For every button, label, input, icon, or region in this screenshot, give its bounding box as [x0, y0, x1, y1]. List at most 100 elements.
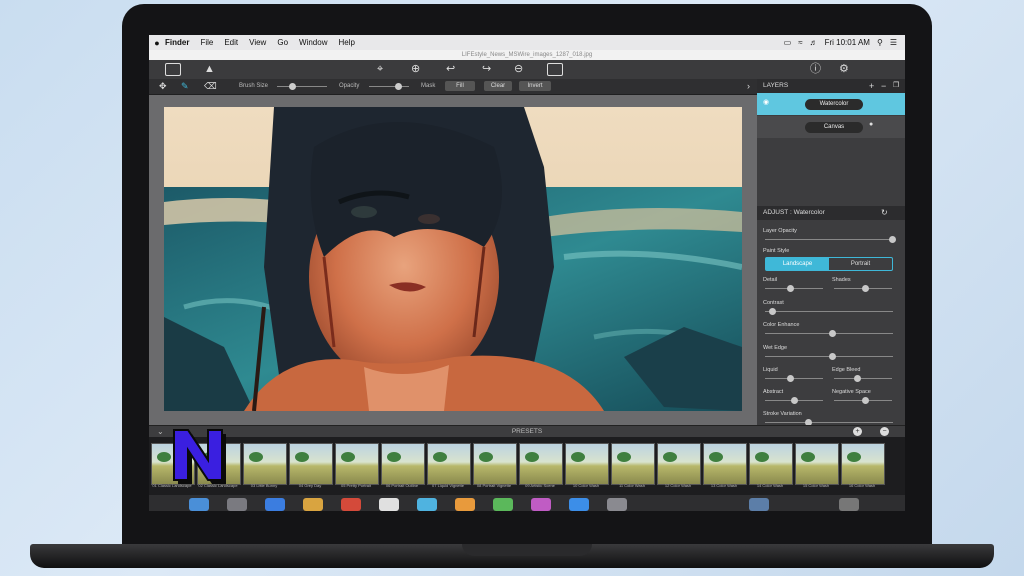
preset-thumbnail[interactable]: [611, 443, 655, 485]
brush-size-slider[interactable]: [277, 83, 327, 90]
preset-thumbnail[interactable]: [289, 443, 333, 485]
contrast-slider[interactable]: [765, 308, 893, 315]
wet-edge-slider[interactable]: [765, 353, 893, 360]
export-icon[interactable]: ▲: [204, 63, 215, 76]
volume-icon[interactable]: ♬: [810, 38, 818, 47]
clear-button[interactable]: Clear: [484, 81, 512, 91]
preset-label: 09 Artistic Scene: [525, 483, 555, 488]
eye-icon[interactable]: ◉: [763, 98, 769, 106]
preset-thumbnail[interactable]: [519, 443, 563, 485]
remove-preset-icon[interactable]: −: [880, 427, 889, 436]
menu-go[interactable]: Go: [277, 38, 288, 47]
layer-opacity-slider[interactable]: [765, 236, 896, 243]
watercolor-photo[interactable]: [164, 107, 742, 411]
preset-thumbnail[interactable]: [427, 443, 471, 485]
dock-safari-icon[interactable]: [265, 498, 285, 511]
brush-size-label: Brush Size: [239, 83, 269, 89]
undo-icon[interactable]: ↩: [446, 63, 455, 76]
menu-view[interactable]: View: [249, 38, 266, 47]
lock-icon[interactable]: ●: [869, 121, 873, 128]
dock-music-icon[interactable]: [531, 498, 551, 511]
dock-mail-icon[interactable]: [417, 498, 437, 511]
move-icon[interactable]: ✥: [159, 80, 167, 93]
dock-app-icon[interactable]: [455, 498, 475, 511]
fit-screen-icon[interactable]: [547, 63, 563, 76]
preset-thumbnail[interactable]: [703, 443, 747, 485]
menubar: ● Finder File Edit View Go Window Help ▭…: [149, 35, 905, 50]
stroke-variation-slider[interactable]: [765, 419, 893, 426]
duplicate-layer-icon[interactable]: ❐: [893, 79, 899, 93]
invert-button[interactable]: Invert: [519, 81, 551, 91]
dock-notes-icon[interactable]: [303, 498, 323, 511]
preset-thumbnail[interactable]: [565, 443, 609, 485]
dock-launchpad-icon[interactable]: [227, 498, 247, 511]
menu-edit[interactable]: Edit: [224, 38, 238, 47]
clock[interactable]: Fri 10:01 AM: [825, 38, 870, 47]
edge-bleed-slider[interactable]: [834, 375, 892, 382]
opacity-slider[interactable]: [369, 83, 409, 90]
menu-window[interactable]: Window: [299, 38, 327, 47]
right-panel: LAYERS + − ❐ ◉ Watercolor Canvas ● ADJUS…: [757, 79, 905, 426]
layer-watercolor[interactable]: ◉ Watercolor: [757, 93, 905, 115]
brush-icon[interactable]: ✎: [181, 80, 189, 93]
wifi-icon[interactable]: ≈: [798, 38, 802, 47]
reset-icon[interactable]: ↻: [881, 206, 888, 220]
mask-label: Mask: [421, 83, 436, 89]
wet-edge-label: Wet Edge: [763, 345, 788, 351]
adjust-header: ADJUST : Watercolor ↻: [757, 206, 905, 220]
dock-trash-icon[interactable]: [839, 498, 859, 511]
remove-layer-icon[interactable]: −: [881, 79, 886, 93]
shades-slider[interactable]: [834, 285, 892, 292]
portrait-option[interactable]: Portrait: [829, 258, 892, 270]
menu-file[interactable]: File: [200, 38, 213, 47]
layer-canvas[interactable]: Canvas ●: [757, 116, 905, 138]
abstract-slider[interactable]: [765, 397, 823, 404]
window-title: LIFEstyle_News_MSWire_images_1287_018.jp…: [149, 50, 905, 60]
add-layer-icon[interactable]: +: [869, 79, 874, 93]
dock-appstore-icon[interactable]: [569, 498, 589, 511]
menu-list-icon[interactable]: ☰: [890, 38, 897, 47]
dock-photos-icon[interactable]: [379, 498, 399, 511]
preset-thumbnail[interactable]: [795, 443, 839, 485]
dock-settings-icon[interactable]: [607, 498, 627, 511]
crop-icon[interactable]: ⌖: [377, 63, 383, 76]
image-icon[interactable]: [165, 63, 181, 76]
preset-thumbnail[interactable]: [841, 443, 885, 485]
chevron-right-icon[interactable]: ›: [747, 80, 750, 93]
dock-finder-icon[interactable]: [189, 498, 209, 511]
preset-thumbnail[interactable]: [749, 443, 793, 485]
layers-title: LAYERS: [763, 82, 789, 89]
preset-thumbnail[interactable]: [243, 443, 287, 485]
negative-space-label: Negative Space: [832, 389, 871, 395]
tree-icon: [249, 452, 263, 462]
add-preset-icon[interactable]: +: [853, 427, 862, 436]
landscape-option[interactable]: Landscape: [766, 258, 829, 270]
preset-thumbnail[interactable]: [473, 443, 517, 485]
preset-label: 07 Liquid Vignette: [432, 483, 464, 488]
preset-thumbnail[interactable]: [335, 443, 379, 485]
airplay-icon[interactable]: ▭: [784, 38, 792, 47]
dock-messages-icon[interactable]: [493, 498, 513, 511]
redo-icon[interactable]: ↪: [482, 63, 491, 76]
canvas-area[interactable]: [149, 95, 757, 425]
zoom-out-icon[interactable]: ⊖: [514, 63, 523, 76]
menu-help[interactable]: Help: [338, 38, 354, 47]
search-icon[interactable]: ⚲: [877, 38, 883, 47]
dock-calendar-icon[interactable]: [341, 498, 361, 511]
menu-finder[interactable]: Finder: [165, 38, 189, 47]
detail-slider[interactable]: [765, 285, 823, 292]
info-icon[interactable]: ⓘ: [810, 63, 821, 76]
negative-space-slider[interactable]: [834, 397, 892, 404]
preset-thumbnail[interactable]: [657, 443, 701, 485]
preset-label: 16 Color Wash: [848, 483, 876, 488]
color-enhance-slider[interactable]: [765, 330, 893, 337]
dock-watercolor-app-icon[interactable]: [749, 498, 769, 511]
fill-button[interactable]: Fill: [445, 81, 475, 91]
settings-icon[interactable]: ⚙: [839, 63, 849, 76]
eraser-icon[interactable]: ⌫: [204, 80, 217, 93]
preset-thumbnail[interactable]: [381, 443, 425, 485]
liquid-slider[interactable]: [765, 375, 823, 382]
paint-style-label: Paint Style: [763, 248, 790, 254]
zoom-in-icon[interactable]: ⊕: [411, 63, 420, 76]
apple-menu-icon[interactable]: ●: [149, 38, 165, 48]
